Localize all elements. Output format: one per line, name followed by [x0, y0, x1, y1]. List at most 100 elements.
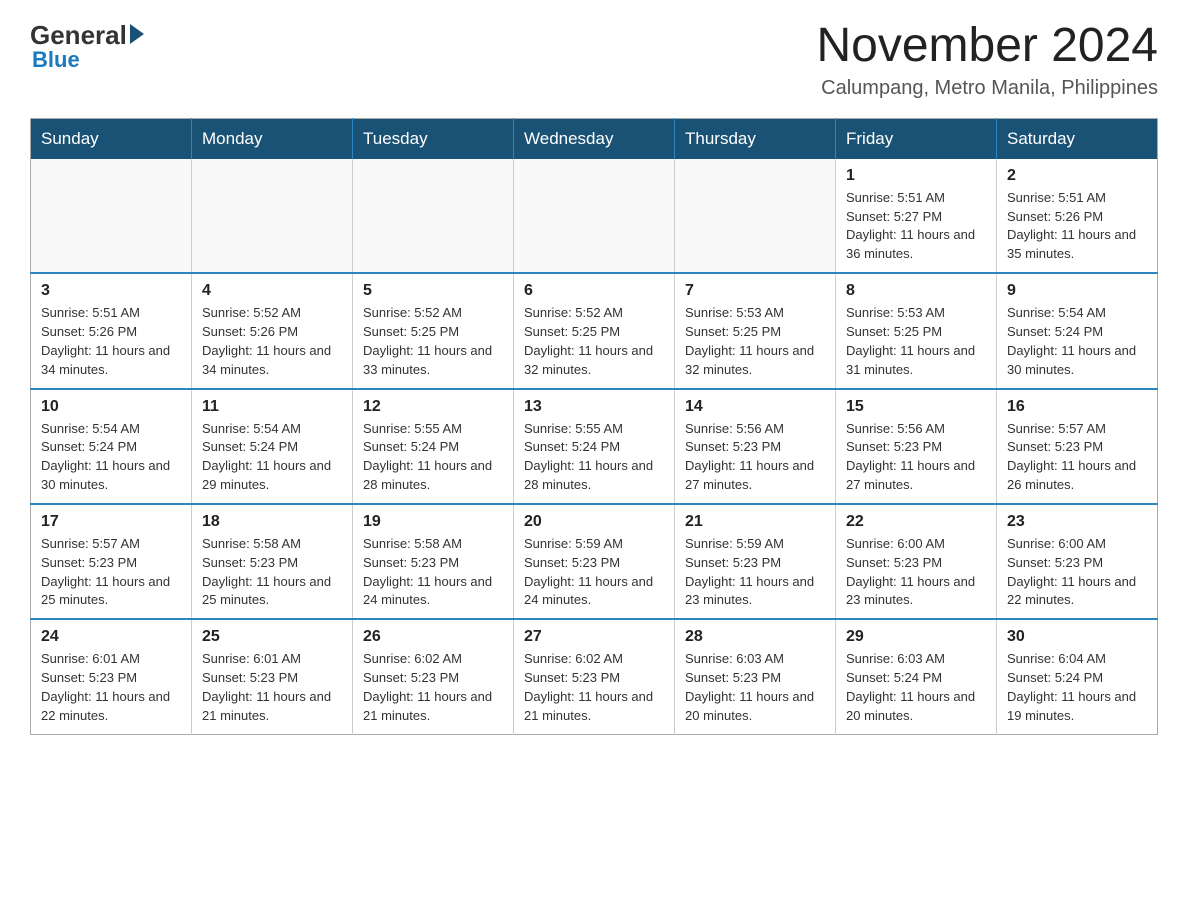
calendar-header-thursday: Thursday — [675, 118, 836, 159]
calendar-cell: 28Sunrise: 6:03 AMSunset: 5:23 PMDayligh… — [675, 619, 836, 734]
day-info: Sunrise: 6:00 AMSunset: 5:23 PMDaylight:… — [1007, 535, 1147, 610]
day-number: 16 — [1007, 398, 1147, 416]
calendar-cell: 27 Sunrise: 6:02 AMSunset: 5:23 PMDayligh… — [514, 619, 675, 734]
calendar-cell: 9Sunrise: 5:54 AMSunset: 5:24 PMDaylight… — [997, 273, 1158, 388]
day-info: Sunrise: 5:55 AMSunset: 5:24 PMDaylight:… — [524, 420, 664, 495]
calendar-cell: 19Sunrise: 5:58 AMSunset: 5:23 PMDayligh… — [353, 504, 514, 619]
day-info: Sunrise: 5:54 AMSunset: 5:24 PMDaylight:… — [1007, 304, 1147, 379]
day-info: Sunrise: 5:53 AMSunset: 5:25 PMDaylight:… — [846, 304, 986, 379]
day-number: 15 — [846, 398, 986, 416]
calendar-cell: 16 Sunrise: 5:57 AMSunset: 5:23 PMDayligh… — [997, 389, 1158, 504]
calendar-cell: 22 Sunrise: 6:00 AMSunset: 5:23 PMDayligh… — [836, 504, 997, 619]
day-info: Sunrise: 5:51 AMSunset: 5:26 PMDaylight:… — [1007, 189, 1147, 264]
day-number: 4 — [202, 282, 342, 300]
calendar-header-saturday: Saturday — [997, 118, 1158, 159]
logo: General Blue — [30, 20, 144, 73]
day-info: Sunrise: 5:51 AMSunset: 5:27 PMDaylight:… — [846, 189, 986, 264]
calendar-table: SundayMondayTuesdayWednesdayThursdayFrid… — [30, 118, 1158, 735]
calendar-cell — [675, 159, 836, 273]
day-number: 25 — [202, 628, 342, 646]
title-area: November 2024 Calumpang, Metro Manila, P… — [816, 20, 1158, 100]
day-number: 27 — [524, 628, 664, 646]
calendar-header-tuesday: Tuesday — [353, 118, 514, 159]
day-info: Sunrise: 6:03 AMSunset: 5:24 PMDaylight:… — [846, 650, 986, 725]
calendar-week-row: 3 Sunrise: 5:51 AMSunset: 5:26 PMDaylight… — [31, 273, 1158, 388]
calendar-cell: 8Sunrise: 5:53 AMSunset: 5:25 PMDaylight… — [836, 273, 997, 388]
calendar-cell: 20Sunrise: 5:59 AMSunset: 5:23 PMDayligh… — [514, 504, 675, 619]
day-number: 7 — [685, 282, 825, 300]
calendar-cell: 24 Sunrise: 6:01 AMSunset: 5:23 PMDayligh… — [31, 619, 192, 734]
calendar-header-monday: Monday — [192, 118, 353, 159]
day-number: 28 — [685, 628, 825, 646]
location-subtitle: Calumpang, Metro Manila, Philippines — [816, 77, 1158, 100]
day-info: Sunrise: 5:51 AMSunset: 5:26 PMDaylight:… — [41, 304, 181, 379]
day-info: Sunrise: 5:55 AMSunset: 5:24 PMDaylight:… — [363, 420, 503, 495]
day-info: Sunrise: 5:58 AMSunset: 5:23 PMDaylight:… — [363, 535, 503, 610]
day-info: Sunrise: 5:52 AMSunset: 5:26 PMDaylight:… — [202, 304, 342, 379]
day-number: 6 — [524, 282, 664, 300]
calendar-cell — [31, 159, 192, 273]
day-number: 5 — [363, 282, 503, 300]
calendar-cell: 21Sunrise: 5:59 AMSunset: 5:23 PMDayligh… — [675, 504, 836, 619]
day-number: 14 — [685, 398, 825, 416]
calendar-header-wednesday: Wednesday — [514, 118, 675, 159]
day-number: 18 — [202, 513, 342, 531]
day-info: Sunrise: 5:57 AMSunset: 5:23 PMDaylight:… — [41, 535, 181, 610]
calendar-cell: 7Sunrise: 5:53 AMSunset: 5:25 PMDaylight… — [675, 273, 836, 388]
day-info: Sunrise: 5:54 AMSunset: 5:24 PMDaylight:… — [202, 420, 342, 495]
day-info: Sunrise: 6:02 AMSunset: 5:23 PMDaylight:… — [524, 650, 664, 725]
calendar-cell: 14Sunrise: 5:56 AMSunset: 5:23 PMDayligh… — [675, 389, 836, 504]
day-info: Sunrise: 5:57 AMSunset: 5:23 PMDaylight:… — [1007, 420, 1147, 495]
day-info: Sunrise: 6:01 AMSunset: 5:23 PMDaylight:… — [41, 650, 181, 725]
calendar-cell: 10 Sunrise: 5:54 AMSunset: 5:24 PMDayligh… — [31, 389, 192, 504]
day-info: Sunrise: 5:52 AMSunset: 5:25 PMDaylight:… — [363, 304, 503, 379]
day-number: 11 — [202, 398, 342, 416]
calendar-cell: 25 Sunrise: 6:01 AMSunset: 5:23 PMDayligh… — [192, 619, 353, 734]
day-number: 10 — [41, 398, 181, 416]
calendar-week-row: 24 Sunrise: 6:01 AMSunset: 5:23 PMDayligh… — [31, 619, 1158, 734]
day-number: 26 — [363, 628, 503, 646]
calendar-week-row: 17 Sunrise: 5:57 AMSunset: 5:23 PMDayligh… — [31, 504, 1158, 619]
day-info: Sunrise: 6:02 AMSunset: 5:23 PMDaylight:… — [363, 650, 503, 725]
month-title: November 2024 — [816, 20, 1158, 73]
day-number: 29 — [846, 628, 986, 646]
calendar-cell: 15 Sunrise: 5:56 AMSunset: 5:23 PMDayligh… — [836, 389, 997, 504]
calendar-cell: 12 Sunrise: 5:55 AMSunset: 5:24 PMDayligh… — [353, 389, 514, 504]
day-number: 2 — [1007, 167, 1147, 185]
calendar-header-row: SundayMondayTuesdayWednesdayThursdayFrid… — [31, 118, 1158, 159]
day-number: 3 — [41, 282, 181, 300]
calendar-cell — [353, 159, 514, 273]
calendar-week-row: 1 Sunrise: 5:51 AMSunset: 5:27 PMDaylight… — [31, 159, 1158, 273]
calendar-cell: 5 Sunrise: 5:52 AMSunset: 5:25 PMDaylight… — [353, 273, 514, 388]
calendar-cell: 6Sunrise: 5:52 AMSunset: 5:25 PMDaylight… — [514, 273, 675, 388]
calendar-cell: 4 Sunrise: 5:52 AMSunset: 5:26 PMDaylight… — [192, 273, 353, 388]
calendar-cell: 30 Sunrise: 6:04 AMSunset: 5:24 PMDayligh… — [997, 619, 1158, 734]
day-info: Sunrise: 6:04 AMSunset: 5:24 PMDaylight:… — [1007, 650, 1147, 725]
day-number: 23 — [1007, 513, 1147, 531]
day-number: 24 — [41, 628, 181, 646]
day-info: Sunrise: 6:01 AMSunset: 5:23 PMDaylight:… — [202, 650, 342, 725]
day-number: 17 — [41, 513, 181, 531]
day-number: 30 — [1007, 628, 1147, 646]
calendar-cell: 1 Sunrise: 5:51 AMSunset: 5:27 PMDaylight… — [836, 159, 997, 273]
calendar-cell — [514, 159, 675, 273]
day-info: Sunrise: 5:54 AMSunset: 5:24 PMDaylight:… — [41, 420, 181, 495]
calendar-cell: 18Sunrise: 5:58 AMSunset: 5:23 PMDayligh… — [192, 504, 353, 619]
calendar-cell: 26 Sunrise: 6:02 AMSunset: 5:23 PMDayligh… — [353, 619, 514, 734]
day-number: 1 — [846, 167, 986, 185]
calendar-cell: 13 Sunrise: 5:55 AMSunset: 5:24 PMDayligh… — [514, 389, 675, 504]
logo-arrow-icon — [130, 24, 144, 44]
calendar-cell: 29 Sunrise: 6:03 AMSunset: 5:24 PMDayligh… — [836, 619, 997, 734]
logo-blue-text: Blue — [32, 47, 80, 73]
day-number: 13 — [524, 398, 664, 416]
calendar-header-sunday: Sunday — [31, 118, 192, 159]
calendar-cell: 11 Sunrise: 5:54 AMSunset: 5:24 PMDayligh… — [192, 389, 353, 504]
day-info: Sunrise: 5:56 AMSunset: 5:23 PMDaylight:… — [846, 420, 986, 495]
day-number: 22 — [846, 513, 986, 531]
day-info: Sunrise: 6:00 AMSunset: 5:23 PMDaylight:… — [846, 535, 986, 610]
day-number: 21 — [685, 513, 825, 531]
calendar-cell: 23 Sunrise: 6:00 AMSunset: 5:23 PMDayligh… — [997, 504, 1158, 619]
day-number: 12 — [363, 398, 503, 416]
calendar-cell: 3 Sunrise: 5:51 AMSunset: 5:26 PMDaylight… — [31, 273, 192, 388]
calendar-cell — [192, 159, 353, 273]
